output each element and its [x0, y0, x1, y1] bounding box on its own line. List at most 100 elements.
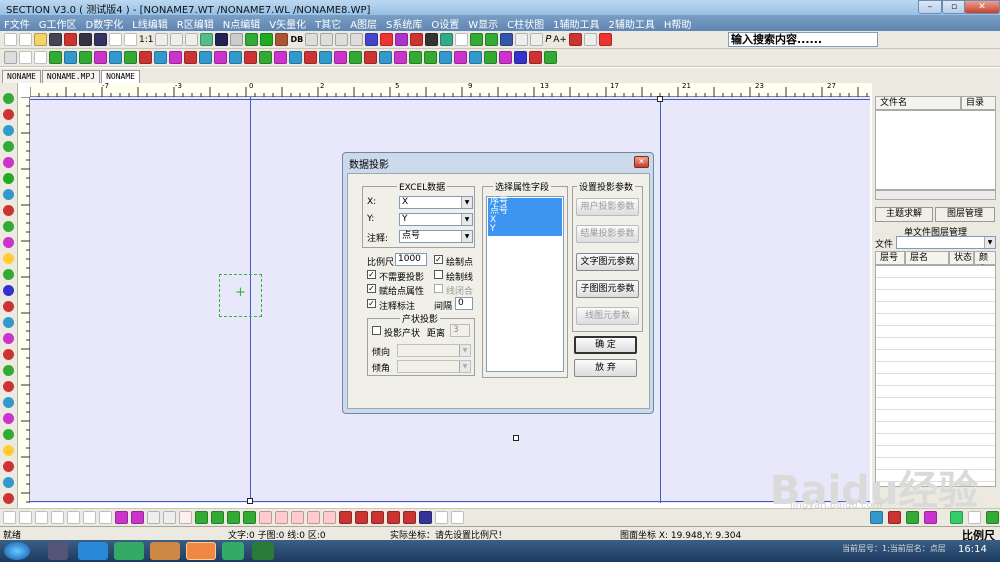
new-file-icon[interactable] — [4, 33, 17, 46]
tool-4-icon[interactable] — [3, 141, 14, 152]
cursor-icon[interactable] — [4, 51, 17, 64]
grid-icon[interactable] — [230, 33, 244, 46]
tool-9-icon[interactable] — [3, 221, 14, 232]
new-doc-icon[interactable] — [19, 33, 32, 46]
red-box-4-icon[interactable] — [387, 511, 400, 524]
fit-window-icon[interactable] — [155, 33, 169, 46]
link-icon[interactable] — [439, 51, 452, 64]
printer-icon[interactable] — [425, 33, 439, 46]
node-icon[interactable] — [244, 51, 257, 64]
tool-20-icon[interactable] — [3, 397, 14, 408]
red-box-5-icon[interactable] — [403, 511, 416, 524]
wa-icon[interactable] — [291, 511, 304, 524]
selection-box[interactable]: + — [219, 274, 262, 317]
chart-icon[interactable] — [115, 511, 128, 524]
phone-icon[interactable] — [163, 511, 176, 524]
menu-digitize[interactable]: D数字化 — [86, 16, 124, 31]
close-button[interactable]: ✕ — [964, 0, 1000, 14]
assign-attr-checkbox[interactable]: ✓ — [367, 284, 376, 293]
file-list[interactable] — [875, 110, 996, 190]
menu-layer[interactable]: A图层 — [350, 16, 377, 31]
tool-22-icon[interactable] — [3, 429, 14, 440]
cancel-button[interactable]: 放 弃 — [574, 359, 637, 377]
layer-name-header[interactable]: 层名 — [905, 251, 949, 265]
move-icon[interactable] — [380, 33, 394, 46]
clip-icon[interactable] — [394, 51, 407, 64]
y-field-select[interactable]: Y ▼ — [399, 213, 473, 226]
no-projection-checkbox[interactable]: ✓ — [367, 270, 376, 279]
menu-vectorize[interactable]: V矢量化 — [269, 16, 306, 31]
region-move-icon[interactable] — [334, 51, 347, 64]
menu-point-edit[interactable]: N点编辑 — [223, 16, 260, 31]
line-element-button[interactable]: 线图元参数 — [576, 307, 639, 325]
network-icon[interactable] — [424, 51, 437, 64]
tool-8-icon[interactable] — [3, 205, 14, 216]
taskbar-active-app-icon[interactable] — [186, 542, 216, 560]
dip-angle-select[interactable]: ▼ — [397, 360, 471, 373]
gp-icon[interactable] — [307, 511, 320, 524]
close-line-checkbox[interactable] — [434, 284, 443, 293]
file-name-header[interactable]: 文件名 — [875, 96, 961, 110]
clock[interactable]: 16:14 — [958, 544, 987, 555]
frame-icon[interactable] — [131, 511, 144, 524]
flag-icon[interactable] — [529, 51, 542, 64]
region-copy-icon[interactable] — [349, 51, 362, 64]
region-attr-icon[interactable] — [379, 51, 392, 64]
open-folder-icon[interactable] — [34, 33, 47, 46]
font-p-button[interactable]: P — [545, 34, 551, 45]
taskbar-ie-icon[interactable] — [78, 542, 108, 560]
tool-12-icon[interactable] — [3, 269, 14, 280]
zoom-out-icon[interactable] — [124, 33, 137, 46]
zoom-in-icon[interactable] — [109, 33, 122, 46]
layer-file-select[interactable]: ▼ — [896, 236, 996, 249]
tool-3-icon[interactable] — [3, 125, 14, 136]
menu-line-edit[interactable]: L线编辑 — [132, 16, 168, 31]
grid-table-icon[interactable] — [544, 51, 557, 64]
layer-icon[interactable] — [200, 33, 214, 46]
tool-1-icon[interactable] — [3, 93, 14, 104]
region-edit-icon[interactable] — [319, 51, 332, 64]
subgraph-icon[interactable] — [124, 51, 137, 64]
taskbar-app-1-icon[interactable] — [48, 542, 68, 560]
align-center-icon[interactable] — [19, 511, 32, 524]
frame-handle[interactable] — [657, 96, 663, 102]
dialog-close-icon[interactable]: ✕ — [634, 156, 649, 168]
edit-icon[interactable] — [395, 33, 409, 46]
point-delete-icon[interactable] — [109, 51, 122, 64]
save-workspace-icon[interactable] — [94, 33, 107, 46]
curve-icon[interactable] — [485, 33, 499, 46]
file-list-scrollbar[interactable] — [875, 190, 996, 200]
tool-15-icon[interactable] — [3, 317, 14, 328]
menu-region-edit[interactable]: R区编辑 — [177, 16, 214, 31]
table-icon[interactable] — [99, 511, 112, 524]
connect-icon[interactable] — [454, 51, 467, 64]
arrow-bottom-icon[interactable] — [243, 511, 256, 524]
maf-icon[interactable] — [275, 511, 288, 524]
delete-icon[interactable] — [410, 33, 424, 46]
taskbar-folder-icon[interactable] — [150, 542, 180, 560]
point-add-icon[interactable] — [49, 51, 62, 64]
tool-2-icon[interactable] — [3, 109, 14, 120]
scale-input[interactable]: 1000 — [395, 253, 427, 266]
dxf-icon[interactable] — [259, 511, 272, 524]
point-move-icon[interactable] — [79, 51, 92, 64]
line-move-icon[interactable] — [169, 51, 182, 64]
red-box-2-icon[interactable] — [355, 511, 368, 524]
field-item[interactable]: 点号 — [488, 207, 562, 216]
ok-button[interactable]: 确 定 — [574, 336, 637, 354]
save-as-icon[interactable] — [64, 33, 77, 46]
measure-icon[interactable] — [455, 33, 469, 46]
layer-no-header[interactable]: 层号 — [875, 251, 905, 265]
line-edit-icon[interactable] — [154, 51, 167, 64]
region-add-icon[interactable] — [304, 51, 317, 64]
id-icon[interactable] — [179, 511, 192, 524]
taskbar-media-icon[interactable] — [114, 542, 144, 560]
menu-help[interactable]: H帮助 — [664, 16, 692, 31]
layer-manage-button[interactable]: 图层管理 — [935, 207, 995, 222]
search-input[interactable]: 输入搜索内容...... — [728, 32, 878, 47]
text-t-icon[interactable] — [19, 51, 32, 64]
interval-input[interactable]: 0 — [455, 297, 473, 310]
refresh-icon[interactable] — [185, 33, 199, 46]
tool-13-icon[interactable] — [3, 285, 14, 296]
tool-25-icon[interactable] — [3, 477, 14, 488]
